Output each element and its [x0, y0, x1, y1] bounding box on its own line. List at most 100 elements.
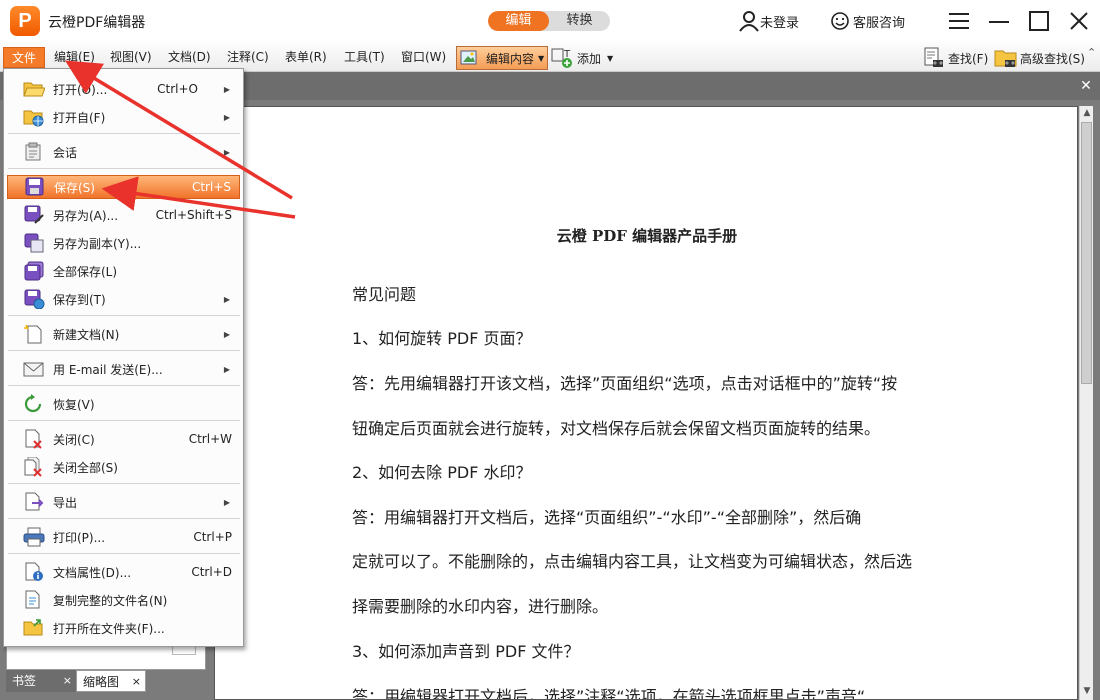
advanced-find-button[interactable]: 高级查找(S): [994, 46, 1085, 70]
menu-item-export[interactable]: 导出 ▶: [7, 490, 240, 514]
mode-tab-convert[interactable]: 转换: [549, 11, 610, 31]
find-icon: [924, 47, 943, 67]
document-info-icon: [25, 562, 43, 581]
menu-item-copy-filename[interactable]: 复制完整的文件名(N): [7, 588, 240, 612]
app-title: 云橙PDF编辑器: [48, 15, 146, 31]
smiley-icon: [831, 12, 849, 30]
menu-item-session[interactable]: 会话 ▶: [7, 140, 240, 164]
menu-item-shortcut: Ctrl+S: [191, 180, 231, 194]
menu-item-open-from[interactable]: 打开自(F) ▶: [7, 105, 240, 129]
advanced-find-label: 高级查找(S): [1020, 51, 1085, 66]
menu-separator: [8, 483, 240, 484]
menu-item-label: 恢复(V): [53, 397, 95, 412]
menu-separator: [8, 168, 240, 169]
menu-item-close[interactable]: 关闭(C) Ctrl+W: [7, 427, 240, 451]
menu-item-print[interactable]: 打印(P)... Ctrl+P: [7, 525, 240, 549]
menu-item-label: 导出: [53, 495, 78, 510]
copy-filename-icon: [25, 590, 40, 609]
menu-item-shortcut: Ctrl+W: [188, 432, 232, 446]
find-button[interactable]: 查找(F): [922, 46, 988, 70]
menu-item-label: 用 E-mail 发送(E)...: [53, 362, 163, 377]
menu-item-open[interactable]: 打开(O)... Ctrl+O ▶: [7, 77, 240, 101]
menu-file[interactable]: 文件: [3, 47, 46, 68]
menu-item-save-as[interactable]: 另存为(A)... Ctrl+Shift+S: [7, 203, 240, 227]
document-line: 答：先用编辑器打开该文档，选择”页面组织“选项，点击对话框中的”旋转“按: [352, 374, 898, 393]
menu-view[interactable]: 视图(V): [105, 47, 157, 68]
mode-tab-edit[interactable]: 编辑: [488, 11, 549, 31]
close-document-icon: [25, 429, 42, 449]
menu-item-label: 复制完整的文件名(N): [53, 593, 168, 608]
folder-icon: [23, 619, 43, 636]
login-label: 未登录: [760, 15, 800, 31]
chevron-down-icon: ▼: [538, 53, 545, 63]
menu-item-save-copy[interactable]: 另存为副本(Y)...: [7, 231, 240, 255]
file-menu: 打开(O)... Ctrl+O ▶ 打开自(F) ▶ 会话 ▶ 保存(S) Ct…: [3, 68, 244, 647]
tab-bookmarks-label: 书签: [12, 674, 37, 688]
panel-tabs: 书签 × 缩略图 ×: [6, 670, 146, 692]
save-all-icon: [24, 261, 44, 281]
menu-item-label: 另存为副本(Y)...: [53, 236, 142, 251]
menu-comment[interactable]: 注释(C): [222, 47, 274, 68]
edit-content-label: 编辑内容: [486, 51, 535, 66]
add-button[interactable]: T 添加 ▼: [551, 46, 613, 70]
tab-thumbnails[interactable]: 缩略图 ×: [76, 670, 146, 692]
revert-icon: [24, 394, 42, 413]
printer-icon: [23, 527, 45, 547]
document-line: 答：用编辑器打开文档后，选择”注释“选项，在箭头选项框里点击”声音“: [352, 687, 866, 700]
toolbar-overflow-icon[interactable]: ⌃: [1087, 46, 1096, 59]
submenu-arrow-icon: ▶: [223, 329, 230, 339]
edit-content-button[interactable]: 编辑内容 ▼: [456, 46, 548, 70]
submenu-arrow-icon: ▶: [223, 84, 230, 94]
minimize-icon[interactable]: [984, 6, 1014, 36]
close-all-icon: [24, 457, 42, 477]
document-title: 云橙 PDF 编辑器产品手册: [556, 227, 738, 245]
menu-item-save[interactable]: 保存(S) Ctrl+S: [7, 175, 240, 199]
menu-item-email[interactable]: 用 E-mail 发送(E)... ▶: [7, 357, 240, 381]
scroll-up-icon[interactable]: ▲: [1080, 106, 1094, 120]
menu-item-open-folder[interactable]: 打开所在文件夹(F)...: [7, 616, 240, 640]
session-icon: [25, 142, 41, 161]
menu-item-label: 打开自(F): [53, 110, 106, 125]
menu-item-label: 新建文档(N): [53, 327, 120, 342]
support-label: 客服咨询: [853, 15, 906, 31]
document-line: 定就可以了。不能删除的，点击编辑内容工具，让文档变为可编辑状态，然后选: [352, 552, 913, 571]
chevron-down-icon: ▼: [607, 53, 614, 63]
close-window-icon[interactable]: [1064, 6, 1094, 36]
menu-separator: [8, 315, 240, 316]
menu-item-new-document[interactable]: 新建文档(N) ▶: [7, 322, 240, 346]
close-document-icon[interactable]: ✕: [1078, 78, 1094, 94]
menu-separator: [8, 420, 240, 421]
menu-item-save-all[interactable]: 全部保存(L): [7, 259, 240, 283]
find-label: 查找(F): [948, 51, 989, 66]
document-line: 2、如何去除 PDF 水印？: [352, 463, 532, 482]
scroll-thumb[interactable]: [1081, 122, 1092, 384]
menu-item-document-properties[interactable]: 文档属性(D)... Ctrl+D: [7, 560, 240, 584]
support-button[interactable]: 客服咨询: [830, 10, 905, 32]
menu-item-close-all[interactable]: 关闭全部(S): [7, 455, 240, 479]
document-page[interactable]: 云橙 PDF 编辑器产品手册 常见问题 1、如何旋转 PDF 页面？ 答：先用编…: [214, 106, 1078, 700]
login-button[interactable]: 未登录: [738, 10, 799, 32]
menu-form[interactable]: 表单(R): [280, 47, 332, 68]
close-tab-thumbnails-icon[interactable]: ×: [132, 671, 141, 693]
menu-item-label: 全部保存(L): [53, 264, 118, 279]
vertical-scrollbar[interactable]: ▲ ▼: [1079, 106, 1093, 700]
menu-separator: [8, 350, 240, 351]
save-icon: [25, 177, 44, 196]
menu-item-revert[interactable]: 恢复(V): [7, 392, 240, 416]
close-tab-bookmarks-icon[interactable]: ×: [63, 670, 72, 692]
menu-edit[interactable]: 编辑(E): [49, 47, 100, 68]
menu-item-save-to[interactable]: 保存到(T) ▶: [7, 287, 240, 311]
menu-separator: [8, 553, 240, 554]
menu-tools[interactable]: 工具(T): [339, 47, 390, 68]
menu-window[interactable]: 窗口(W): [396, 47, 451, 68]
document-line: 答：用编辑器打开文档后，选择“页面组织”-“水印”-“全部删除”，然后确: [352, 508, 862, 527]
document-line: 1、如何旋转 PDF 页面？: [352, 329, 532, 348]
menu-document[interactable]: 文档(D): [163, 47, 216, 68]
menu-item-label: 打开(O)...: [53, 82, 108, 97]
hamburger-menu-icon[interactable]: [944, 6, 974, 36]
tab-bookmarks[interactable]: 书签 ×: [6, 670, 76, 692]
scroll-down-icon[interactable]: ▼: [1080, 684, 1094, 698]
add-text-icon: T: [551, 48, 572, 68]
maximize-icon[interactable]: [1024, 6, 1054, 36]
mode-switch: 编辑 转换: [488, 11, 610, 31]
